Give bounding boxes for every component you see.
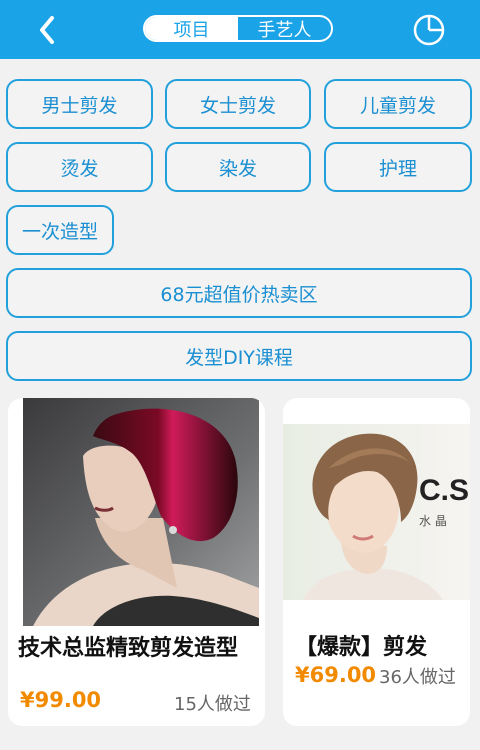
segment-control: 项目 手艺人 (143, 15, 333, 42)
category-styling[interactable]: 一次造型 (6, 205, 114, 255)
promo-68-hot-sale[interactable]: 68元超值价热卖区 (6, 268, 472, 318)
product-price: ¥99.00 (20, 688, 102, 712)
product-card[interactable]: 技术总监精致剪发造型 ¥99.00 15人做过 (8, 398, 265, 726)
product-title: 【爆款】剪发 (295, 635, 428, 660)
brand-watermark: C.S (419, 474, 470, 507)
category-kids-haircut[interactable]: 儿童剪发 (324, 79, 472, 129)
product-price: ¥69.00 (295, 663, 377, 687)
category-care[interactable]: 护理 (324, 142, 472, 192)
product-sold-count: 15人做过 (174, 694, 251, 715)
tab-artisans[interactable]: 手艺人 (238, 17, 331, 41)
product-title: 技术总监精致剪发造型 (18, 636, 239, 661)
category-perm[interactable]: 烫发 (6, 142, 153, 192)
category-women-haircut[interactable]: 女士剪发 (165, 79, 311, 129)
brand-watermark-sub: 水 晶 (419, 514, 447, 528)
top-bar: 项目 手艺人 (0, 0, 480, 59)
product-card[interactable]: C.S 水 晶 【爆款】剪发 ¥69.00 36人做过 (283, 398, 470, 726)
category-dye[interactable]: 染发 (165, 142, 311, 192)
tab-projects[interactable]: 项目 (145, 17, 238, 40)
back-arrow-icon[interactable] (30, 10, 66, 50)
category-men-haircut[interactable]: 男士剪发 (6, 79, 153, 129)
product-sold-count: 36人做过 (379, 667, 456, 688)
promo-diy-course[interactable]: 发型DIY课程 (6, 331, 472, 381)
pie-history-icon[interactable] (411, 12, 447, 48)
product-image (23, 398, 259, 626)
